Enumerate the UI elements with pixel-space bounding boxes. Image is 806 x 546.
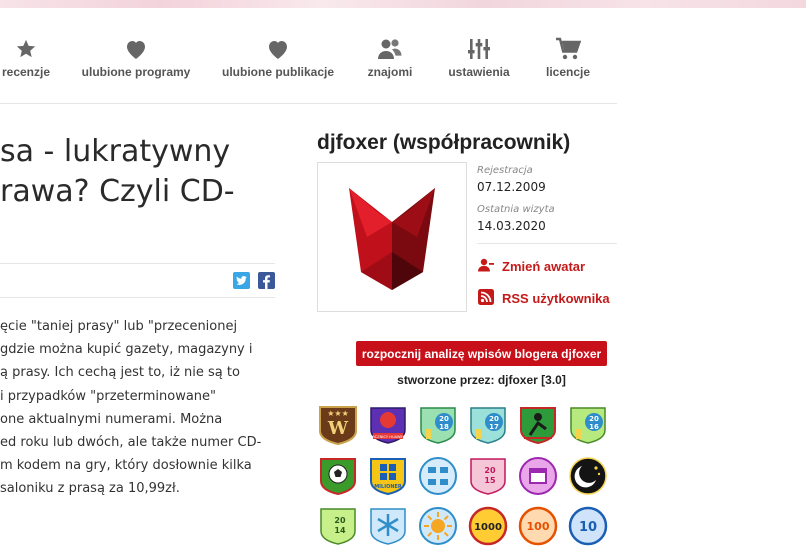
nav-divider xyxy=(0,103,617,104)
nav-label: licencje xyxy=(545,65,591,79)
svg-text:20: 20 xyxy=(589,415,599,423)
article-line: ed roku lub dwóch, ale także numer CD- xyxy=(0,435,262,451)
profile-nav: recenzje ulubione programy ulubione publ… xyxy=(0,36,620,86)
rss-label: RSS użytkownika xyxy=(502,291,610,306)
article-title-line: sa - lukratywny xyxy=(0,134,231,169)
nav-label: ulubione programy xyxy=(81,65,191,79)
star-icon xyxy=(15,36,37,62)
last-visit-date: 14.03.2020 xyxy=(477,219,546,233)
facebook-share-icon[interactable] xyxy=(258,272,275,289)
last-visit-label: Ostatnia wizyta xyxy=(477,204,555,215)
change-avatar-label: Zmień awatar xyxy=(502,259,586,274)
snowflake-badge[interactable] xyxy=(368,506,408,546)
nav-item-licencje[interactable]: licencje xyxy=(544,36,592,79)
analyze-posts-button[interactable]: rozpocznij analizę wpisów blogera djfoxe… xyxy=(356,341,607,366)
night-moon-badge[interactable] xyxy=(568,456,608,496)
article-divider xyxy=(0,263,275,264)
svg-text:1000: 1000 xyxy=(474,522,502,533)
svg-text:ЯCZNICY HUAWEI: ЯCZNICY HUAWEI xyxy=(372,435,403,439)
nav-item-znajomi[interactable]: znajomi xyxy=(362,36,418,79)
year-2017-badge[interactable]: 20 17 xyxy=(468,405,508,445)
article-line: one aktualnymi numerami. Można xyxy=(0,411,223,427)
count-1000-badge[interactable]: 1000 xyxy=(468,506,508,546)
svg-text:★★★: ★★★ xyxy=(327,409,349,418)
year-2018-badge[interactable]: 20 18 xyxy=(418,405,458,445)
nav-item-recenzje[interactable]: recenzje xyxy=(0,36,52,79)
svg-text:20: 20 xyxy=(489,415,499,423)
article-line: saloniku z prasą za 10,99zł. xyxy=(0,481,180,497)
rss-icon xyxy=(478,289,494,308)
avatar xyxy=(317,162,467,312)
article-line: ą prasy. Ich cechą jest to, iż nie są to xyxy=(0,365,240,381)
article-line: ęcie "taniej prasy" lub "przecenionej xyxy=(0,319,238,334)
svg-text:100: 100 xyxy=(527,520,550,533)
w-shield-badge[interactable]: W ★★★ xyxy=(318,405,358,445)
article-title: sa - lukratywny rawa? Czyli CD- xyxy=(0,132,270,212)
heart-icon xyxy=(266,36,290,62)
count-100-badge[interactable]: 100 xyxy=(518,506,558,546)
svg-text:MILIONER: MILIONER xyxy=(374,484,402,490)
nav-label: znajomi xyxy=(367,65,413,79)
change-avatar-link[interactable]: Zmień awatar xyxy=(478,258,585,275)
article-divider xyxy=(0,297,275,298)
cart-icon xyxy=(555,36,581,62)
nav-label: ustawienia xyxy=(448,65,510,79)
year-2016-badge[interactable]: 20 16 xyxy=(568,405,608,445)
football-badge[interactable] xyxy=(318,456,358,496)
sun-badge[interactable] xyxy=(418,506,458,546)
twitter-share-icon[interactable] xyxy=(233,272,250,289)
user-edit-icon xyxy=(478,258,494,275)
svg-text:14: 14 xyxy=(334,526,346,535)
svg-text:16: 16 xyxy=(589,423,599,431)
created-by-text: stworzone przez: djfoxer [3.0] xyxy=(397,373,566,387)
article-body: ęcie "taniej prasy" lub "przecenionej gd… xyxy=(0,315,275,501)
article-line: i przypadków "przeterminowane" xyxy=(0,388,217,404)
svg-text:17: 17 xyxy=(489,423,499,431)
nav-item-ustawienia[interactable]: ustawienia xyxy=(447,36,511,79)
network-badge[interactable] xyxy=(418,456,458,496)
svg-text:20: 20 xyxy=(484,466,496,475)
nav-item-ulubione-publikacje[interactable]: ulubione publikacje xyxy=(222,36,334,79)
skier-badge[interactable] xyxy=(518,405,558,445)
nav-label: recenzje xyxy=(1,65,51,79)
huawei-badge[interactable]: ЯCZNICY HUAWEI xyxy=(368,405,408,445)
fox-logo-icon xyxy=(349,188,435,290)
heart-icon xyxy=(124,36,148,62)
year-2014-badge[interactable]: 20 14 xyxy=(318,506,358,546)
svg-text:20: 20 xyxy=(439,415,449,423)
svg-text:W: W xyxy=(327,418,349,439)
sliders-icon xyxy=(467,36,491,62)
profile-divider xyxy=(477,243,617,244)
svg-text:18: 18 xyxy=(439,423,449,431)
registration-date: 07.12.2009 xyxy=(477,180,546,194)
article-title-line: rawa? Czyli CD- xyxy=(0,174,235,209)
calendar-badge[interactable] xyxy=(518,456,558,496)
nav-item-ulubione-programy[interactable]: ulubione programy xyxy=(81,36,191,79)
count-10-badge[interactable]: 10 xyxy=(568,506,608,546)
svg-text:20: 20 xyxy=(334,516,346,525)
user-name: djfoxer (współpracownik) xyxy=(317,131,571,154)
year-2015-badge[interactable]: 20 15 xyxy=(468,456,508,496)
windows-badge[interactable]: MILIONER xyxy=(368,456,408,496)
svg-text:15: 15 xyxy=(484,476,496,485)
nav-label: ulubione publikacje xyxy=(222,65,335,79)
decorative-top-strip xyxy=(0,0,806,8)
article-line: m kodem na gry, który dosłownie kilka xyxy=(0,458,252,474)
users-icon xyxy=(377,36,403,62)
article-line: gdzie można kupić gazety, magazyny i xyxy=(0,342,253,358)
registration-label: Rejestracja xyxy=(477,165,533,176)
svg-text:10: 10 xyxy=(579,520,597,535)
rss-link[interactable]: RSS użytkownika xyxy=(478,289,610,308)
